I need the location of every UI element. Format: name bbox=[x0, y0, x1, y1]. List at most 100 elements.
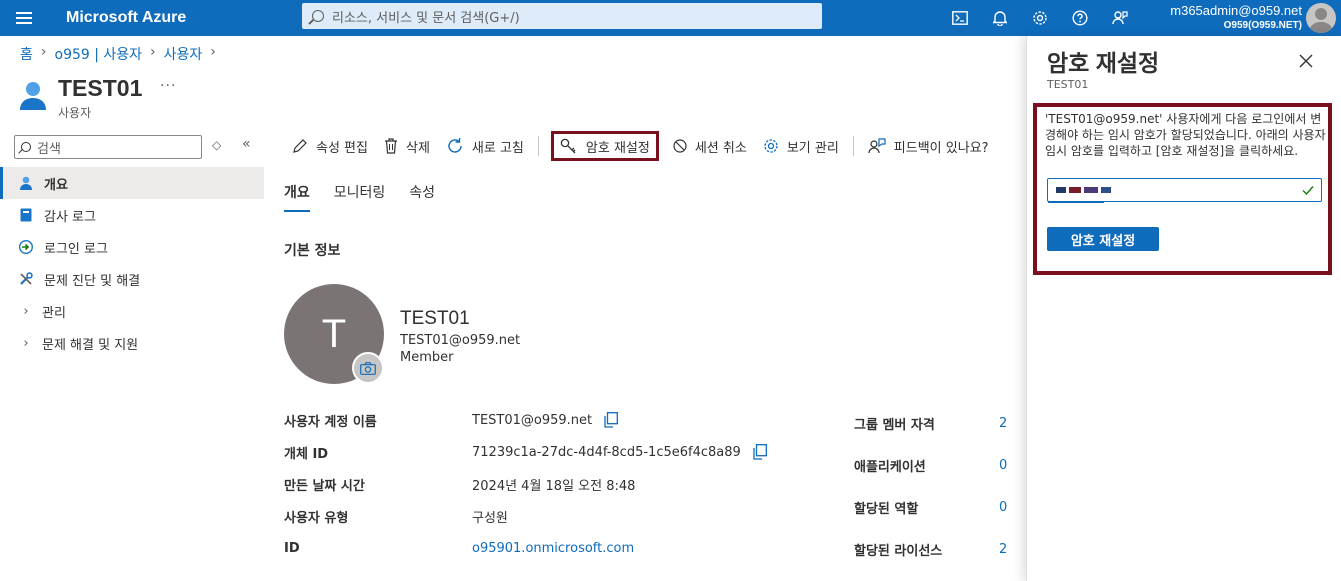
feedback-button[interactable]: 피드백이 있나요? bbox=[860, 131, 997, 161]
properties-list: 사용자 계정 이름 TEST01@o959.net 개체 ID 71239c1a… bbox=[284, 404, 767, 564]
revoke-sessions-button[interactable]: 세션 취소 bbox=[665, 131, 755, 161]
breadcrumb-users[interactable]: 사용자 bbox=[164, 44, 203, 64]
copy-icon[interactable] bbox=[753, 444, 767, 460]
panel-subtitle: TEST01 bbox=[1047, 78, 1089, 91]
cloud-shell-icon[interactable] bbox=[940, 0, 980, 36]
feedback-icon[interactable] bbox=[1100, 0, 1140, 36]
copy-icon[interactable] bbox=[604, 412, 619, 428]
top-bar: Microsoft Azure 리소스, 서비스 및 문서 검색(G+/) m3… bbox=[0, 0, 1341, 36]
breadcrumb-users-dir[interactable]: o959 | 사용자 bbox=[55, 44, 143, 64]
account-org: O959(O959.NET) bbox=[1223, 20, 1302, 31]
object-id-value: 71239c1a-27dc-4d4f-8cd5-1c5e6f4c8a89 bbox=[472, 444, 741, 460]
toolbar-divider bbox=[537, 136, 539, 156]
hamburger-menu-icon[interactable] bbox=[0, 0, 48, 36]
stat-row: 그룹 멤버 자격 2 bbox=[854, 402, 1007, 444]
chevron-right-icon: › bbox=[23, 303, 29, 319]
refresh-button[interactable]: 새로 고침 bbox=[438, 131, 532, 161]
pencil-icon bbox=[293, 139, 307, 153]
stat-row: 할당된 라이선스 2 bbox=[854, 528, 1007, 570]
stat-label: 할당된 역할 bbox=[854, 501, 919, 517]
expand-collapse-icon[interactable]: ◇ bbox=[212, 138, 221, 152]
global-search-input[interactable]: 리소스, 서비스 및 문서 검색(G+/) bbox=[302, 3, 822, 29]
close-icon[interactable] bbox=[1297, 52, 1315, 70]
account-avatar[interactable] bbox=[1306, 3, 1336, 33]
delete-button[interactable]: 삭제 bbox=[376, 131, 438, 161]
breadcrumb-home[interactable]: 홈 bbox=[20, 44, 33, 64]
nav-item-label: 개요 bbox=[44, 177, 68, 193]
tab-overview[interactable]: 개요 bbox=[284, 182, 310, 212]
refresh-icon bbox=[448, 138, 462, 153]
profile-email: TEST01@o959.net bbox=[400, 333, 521, 348]
tab-monitoring[interactable]: 모니터링 bbox=[334, 182, 386, 212]
nav-item-diagnose[interactable]: 문제 진단 및 해결 bbox=[0, 263, 264, 295]
nav-search-input[interactable]: 검색 bbox=[14, 135, 202, 159]
nav-item-support[interactable]: › 문제 해결 및 지원 bbox=[0, 327, 264, 359]
key-icon bbox=[560, 138, 576, 154]
property-row: 개체 ID 71239c1a-27dc-4d4f-8cd5-1c5e6f4c8a… bbox=[284, 436, 767, 468]
profile-name: TEST01 bbox=[400, 308, 470, 329]
checkmark-icon bbox=[1302, 186, 1314, 196]
nav-item-signin-logs[interactable]: 로그인 로그 bbox=[0, 231, 264, 263]
profile-type: Member bbox=[400, 350, 454, 365]
bell-icon[interactable] bbox=[980, 0, 1020, 36]
nav-item-overview[interactable]: 개요 bbox=[0, 167, 264, 199]
search-icon bbox=[312, 10, 324, 22]
chevron-right-icon: › bbox=[23, 335, 29, 351]
license-count-link[interactable]: 2 bbox=[999, 542, 1007, 557]
stat-row: 애플리케이션 0 bbox=[854, 444, 1007, 486]
page-subtitle: 사용자 bbox=[58, 106, 92, 120]
brand-logo[interactable]: Microsoft Azure bbox=[66, 9, 302, 27]
temporary-password-input[interactable] bbox=[1047, 178, 1322, 203]
property-label: ID bbox=[284, 540, 300, 556]
account-user: m365admin@o959.net bbox=[1170, 3, 1302, 18]
nav-search-placeholder: 검색 bbox=[37, 141, 61, 157]
property-row: 사용자 계정 이름 TEST01@o959.net bbox=[284, 404, 767, 436]
more-options-icon[interactable]: ··· bbox=[160, 78, 176, 94]
left-nav: 개요 감사 로그 로그인 로그 문제 진단 및 해결 › 관리 › 문제 해결 … bbox=[0, 167, 264, 359]
edit-properties-label: 속성 편집 bbox=[316, 140, 368, 156]
page-header: TEST01 사용자 bbox=[18, 74, 142, 121]
reset-password-button[interactable]: 암호 재설정 bbox=[550, 131, 659, 161]
role-count-link[interactable]: 0 bbox=[999, 500, 1007, 515]
group-count-link[interactable]: 2 bbox=[999, 416, 1007, 431]
property-value-upn: TEST01@o959.net bbox=[472, 412, 619, 428]
trash-icon bbox=[384, 138, 397, 154]
identity-link[interactable]: o95901.onmicrosoft.com bbox=[472, 541, 634, 556]
manage-view-label: 보기 관리 bbox=[786, 140, 839, 156]
property-row: 사용자 유형 구성원 bbox=[284, 500, 767, 532]
page-title: TEST01 bbox=[58, 75, 143, 101]
wrench-icon bbox=[18, 271, 34, 287]
upn-value: TEST01@o959.net bbox=[472, 412, 593, 428]
stat-label: 애플리케이션 bbox=[854, 459, 926, 475]
property-row: ID o95901.onmicrosoft.com bbox=[284, 532, 767, 564]
property-label: 사용자 유형 bbox=[284, 510, 349, 526]
masked-password bbox=[1056, 187, 1111, 193]
chevron-right-icon: › bbox=[40, 44, 47, 60]
chevron-right-icon: › bbox=[150, 44, 156, 60]
feedback-label: 피드백이 있나요? bbox=[893, 140, 989, 156]
reset-password-submit-button[interactable]: 암호 재설정 bbox=[1047, 227, 1159, 251]
collapse-nav-icon[interactable]: « bbox=[242, 136, 251, 152]
nav-item-label: 문제 해결 및 지원 bbox=[42, 337, 139, 353]
application-count-link[interactable]: 0 bbox=[999, 458, 1007, 473]
account-info[interactable]: m365admin@o959.net O959(O959.NET) bbox=[1140, 2, 1302, 33]
help-icon[interactable] bbox=[1060, 0, 1100, 36]
nav-item-audit-logs[interactable]: 감사 로그 bbox=[0, 199, 264, 231]
manage-view-button[interactable]: 보기 관리 bbox=[755, 131, 847, 161]
book-icon bbox=[18, 207, 34, 223]
tab-properties[interactable]: 속성 bbox=[409, 182, 435, 212]
search-icon bbox=[21, 142, 31, 152]
property-label: 만든 날짜 시간 bbox=[284, 478, 365, 494]
nav-item-manage[interactable]: › 관리 bbox=[0, 295, 264, 327]
panel-message: 'TEST01@o959.net' 사용자에게 다음 로그인에서 변경해야 하는… bbox=[1045, 112, 1326, 158]
camera-icon[interactable] bbox=[352, 352, 384, 384]
delete-label: 삭제 bbox=[405, 140, 430, 156]
tab-bar: 개요 모니터링 속성 bbox=[284, 182, 435, 212]
gear-icon bbox=[764, 139, 778, 153]
signin-icon bbox=[18, 239, 34, 255]
highlight-box: 'TEST01@o959.net' 사용자에게 다음 로그인에서 변경해야 하는… bbox=[1033, 103, 1332, 275]
property-row: 만든 날짜 시간 2024년 4월 18일 오전 8:48 bbox=[284, 468, 767, 500]
gear-icon[interactable] bbox=[1020, 0, 1060, 36]
avatar-initial: T bbox=[321, 311, 347, 356]
edit-properties-button[interactable]: 속성 편집 bbox=[284, 131, 376, 161]
